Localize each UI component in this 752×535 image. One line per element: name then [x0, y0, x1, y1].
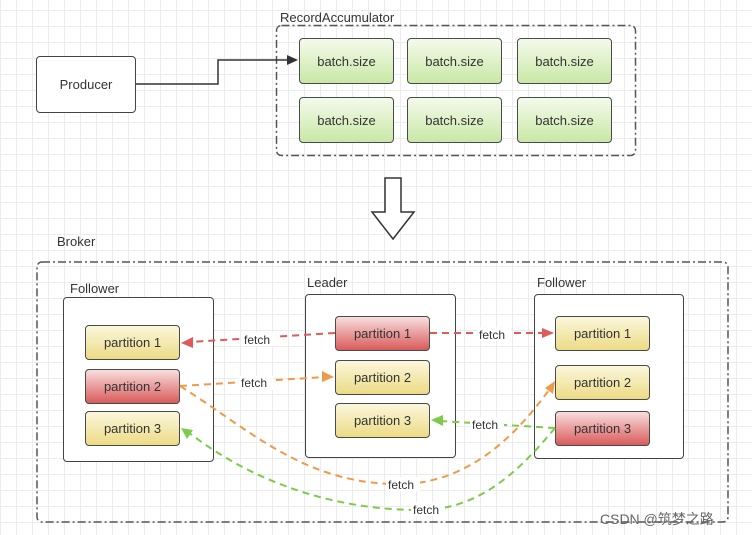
fetch-edge-green-left	[187, 427, 556, 512]
arrowhead	[431, 415, 443, 426]
arrowhead	[542, 328, 554, 338]
fetch-edge-orange-right	[179, 385, 553, 486]
fetch-label: fetch	[244, 333, 270, 347]
fetch-label: fetch	[388, 478, 414, 492]
fetch-label: fetch	[472, 418, 498, 432]
arrowhead	[181, 337, 193, 348]
fetch-label: fetch	[479, 328, 505, 342]
watermark: CSDN @筑梦之路	[600, 511, 714, 527]
arrowhead	[322, 371, 334, 382]
fetch-label: fetch	[413, 503, 439, 517]
fetch-label: fetch	[241, 376, 267, 390]
fetch-edges: fetch fetch fetch fetch fetch fetch	[179, 327, 556, 517]
